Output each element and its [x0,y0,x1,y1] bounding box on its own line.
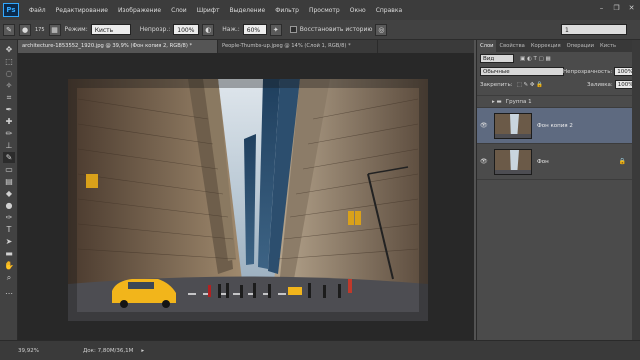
dodge-tool-icon[interactable]: ● [3,200,15,211]
brush-size: 175 [35,26,45,33]
airbrush-icon[interactable]: ✦ [269,23,282,36]
layer-group[interactable]: ▸ ▬ Группа 1 [477,95,632,108]
tab-actions[interactable]: Операции [564,40,597,52]
eye-icon[interactable]: 👁 [480,122,488,129]
lock-icon: 🔒 [618,158,626,165]
pressure-field[interactable]: 60% [242,24,267,35]
opacity-row: Непрозрачность: 100% [563,65,637,78]
brush-preset-icon[interactable]: ● [19,23,31,36]
menu-view[interactable]: Просмотр [309,7,340,14]
document-image [68,79,428,321]
shape-tool-icon[interactable]: ▬ [3,248,15,259]
pressure-size-icon[interactable]: ◎ [375,23,388,36]
tab-adjustments[interactable]: Коррекция [528,40,564,52]
workspace-select[interactable]: 1 [561,24,627,35]
city-street-photo [68,79,428,321]
brush-panel-icon[interactable]: ▦ [48,23,61,36]
restore-history-label: Восстановить историю [299,26,373,33]
layer-name: Фон [537,158,549,165]
folder-icon: ▸ ▬ [492,98,502,105]
opacity-label: Непрозр.: [139,26,171,33]
lasso-tool-icon[interactable]: ◌ [3,68,15,79]
eye-icon[interactable]: 👁 [480,158,488,165]
status-bar: 39,92% Док: 7,80M/36,1M ▸ [0,340,640,360]
tab-people-thumbs-up[interactable]: People-Thumbs-up.jpeg @ 14% (Слой 1, RGB… [218,40,378,53]
menu-image[interactable]: Изображение [118,7,161,14]
document-tabs: architecture-1853552_1920.jpg @ 39,9% (Ф… [18,40,474,53]
opacity-field[interactable]: 100% [173,24,200,35]
close-icon[interactable]: ✕ [627,4,636,13]
menu-select[interactable]: Выделение [229,7,265,14]
history-brush-icon[interactable]: ✎ [3,23,15,36]
options-bar: ✎ ● 175 ▦ Режим: Кисть Непрозр.: 100% ◐ … [0,20,640,40]
app-logo: Ps [3,3,19,17]
zoom-tool-icon[interactable]: ⌕ [3,272,15,283]
pen-tool-icon[interactable]: ✑ [3,212,15,223]
menu-layers[interactable]: Слои [171,7,187,14]
crop-tool-icon[interactable]: ⌗ [3,92,15,103]
path-select-tool-icon[interactable]: ➤ [3,236,15,247]
window-controls: – ❐ ✕ [597,4,636,13]
gradient-tool-icon[interactable]: ▤ [3,176,15,187]
filter-icons[interactable]: ▣ ◐ T ▢ ▦ [520,56,551,62]
layer-filter-select[interactable]: Вид [480,54,514,63]
menu-type[interactable]: Шрифт [197,7,220,14]
layer-thumbnail [494,112,532,139]
tab-properties[interactable]: Свойства [496,40,527,52]
layer-opacity-label: Непрозрачность: [563,68,613,75]
menu-help[interactable]: Справка [376,7,402,14]
menu-window[interactable]: Окно [350,7,366,14]
layer-filter-row: Вид ▣ ◐ T ▢ ▦ [477,52,632,65]
fill-row: Заливка: 100% [587,78,637,91]
layer-thumbnail [494,148,532,175]
blend-mode-select[interactable]: Обычные [480,67,564,76]
restore-history-checkbox[interactable] [289,26,297,33]
menu-file[interactable]: Файл [29,7,46,14]
menu-bar: Ps Файл Редактирование Изображение Слои … [0,0,640,20]
brush-tool-icon[interactable]: ✏ [3,128,15,139]
hand-tool-icon[interactable]: ✋ [3,260,15,271]
tab-architecture[interactable]: architecture-1853552_1920.jpg @ 39,9% (Ф… [18,40,218,53]
status-arrow-icon[interactable]: ▸ [141,348,144,354]
group-name: Группа 1 [505,98,532,105]
tab-layers[interactable]: Слои [477,40,497,52]
panel-collapse-strip[interactable] [632,40,640,340]
mode-label: Режим: [64,26,88,33]
minimize-icon[interactable]: – [597,4,606,13]
tab-brush[interactable]: Кисть [597,40,619,52]
eyedropper-tool-icon[interactable]: ✒ [3,104,15,115]
menu-filter[interactable]: Фильтр [275,7,299,14]
move-tool-icon[interactable]: ✥ [3,44,15,55]
layer-row[interactable]: 👁 Фон 🔒 [477,144,632,180]
lock-icons[interactable]: ⬚ ✎ ✥ 🔒 [517,82,544,88]
marquee-tool-icon[interactable]: ⬚ [3,56,15,67]
lock-label: Закрепить: [480,81,513,88]
zoom-level[interactable]: 39,92% [18,348,39,354]
layer-row[interactable]: 👁 Фон копия 2 [477,108,632,144]
menu-edit[interactable]: Редактирование [56,7,108,14]
layers-panel: Слои Свойства Коррекция Операции Кисть В… [476,40,637,340]
quick-select-tool-icon[interactable]: ✧ [3,80,15,91]
type-tool-icon[interactable]: T [3,224,15,235]
history-brush-tool-icon[interactable]: ✎ [3,152,15,163]
restore-icon[interactable]: ❐ [612,4,621,13]
blur-tool-icon[interactable]: ◆ [3,188,15,199]
healing-tool-icon[interactable]: ✚ [3,116,15,127]
edit-toolbar-icon[interactable]: ⋯ [3,288,15,299]
pressure-opacity-icon[interactable]: ◐ [202,23,215,36]
tools-panel: ✥ ⬚ ◌ ✧ ⌗ ✒ ✚ ✏ ⊥ ✎ ▭ ▤ ◆ ● ✑ T ➤ ▬ ✋ ⌕ … [0,40,18,360]
eraser-tool-icon[interactable]: ▭ [3,164,15,175]
doc-size: Док: 7,80M/36,1M [82,347,134,354]
pressure-label: Наж.: [222,26,240,33]
fill-label: Заливка: [587,81,613,88]
mode-select[interactable]: Кисть [90,24,131,35]
layer-name: Фон копия 2 [537,122,573,129]
stamp-tool-icon[interactable]: ⊥ [3,140,15,151]
canvas-area[interactable] [18,53,474,340]
panel-tabs: Слои Свойства Коррекция Операции Кисть [477,40,632,52]
